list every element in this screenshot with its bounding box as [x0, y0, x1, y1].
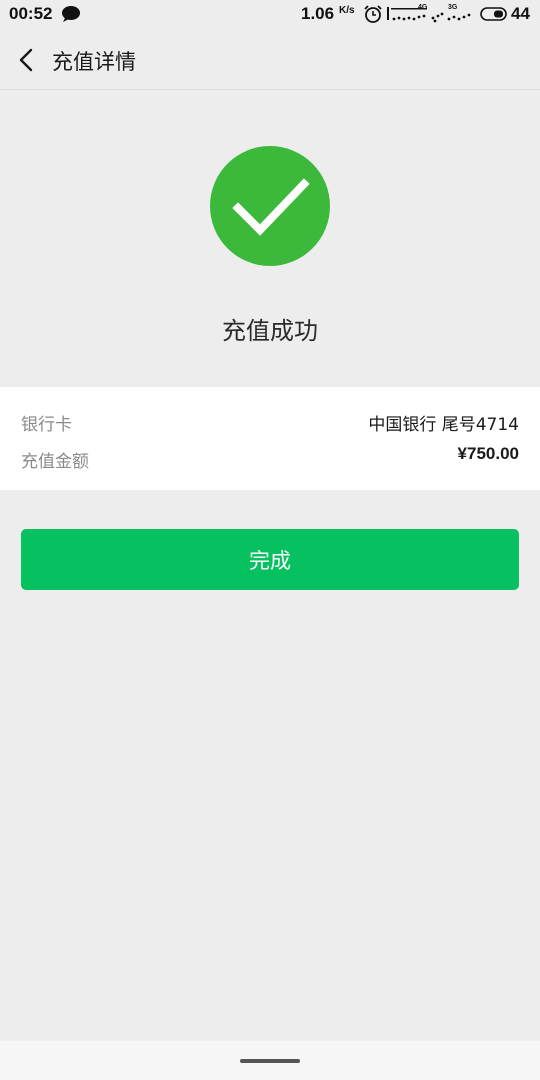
- chat-bubble-icon: [62, 6, 80, 22]
- back-button[interactable]: [10, 42, 44, 78]
- success-title: 充值成功: [222, 317, 318, 345]
- gesture-bar: [0, 1041, 540, 1080]
- amount-value: ¥750.00: [457, 444, 519, 463]
- page-title: 充值详情: [52, 50, 136, 74]
- nav-bar: 充值详情: [0, 30, 540, 90]
- network-speed-unit: K/s: [339, 5, 355, 16]
- bank-card-label: 银行卡: [21, 415, 72, 435]
- signal-bars-icon: [447, 13, 471, 21]
- network-speed: 1.06: [301, 4, 335, 23]
- status-time: 00:52: [9, 4, 53, 23]
- battery-level: 44: [511, 4, 530, 23]
- signal-1-label: 4G: [418, 4, 428, 11]
- chevron-left-icon: [19, 48, 33, 72]
- checkmark-circle-icon: [210, 146, 330, 266]
- signal-bars-icon: [431, 12, 444, 23]
- done-button[interactable]: 完成: [21, 529, 519, 590]
- battery-icon: [480, 7, 507, 21]
- amount-label: 充值金额: [21, 452, 89, 472]
- status-bar: 00:52 1.06 K/s 4G 3G 44: [0, 0, 540, 30]
- alarm-icon: [364, 5, 382, 23]
- bank-card-value: 中国银行 尾号4714: [368, 415, 519, 435]
- details-card: 银行卡 中国银行 尾号4714 充值金额 ¥750.00: [0, 387, 540, 490]
- home-indicator[interactable]: [240, 1059, 300, 1063]
